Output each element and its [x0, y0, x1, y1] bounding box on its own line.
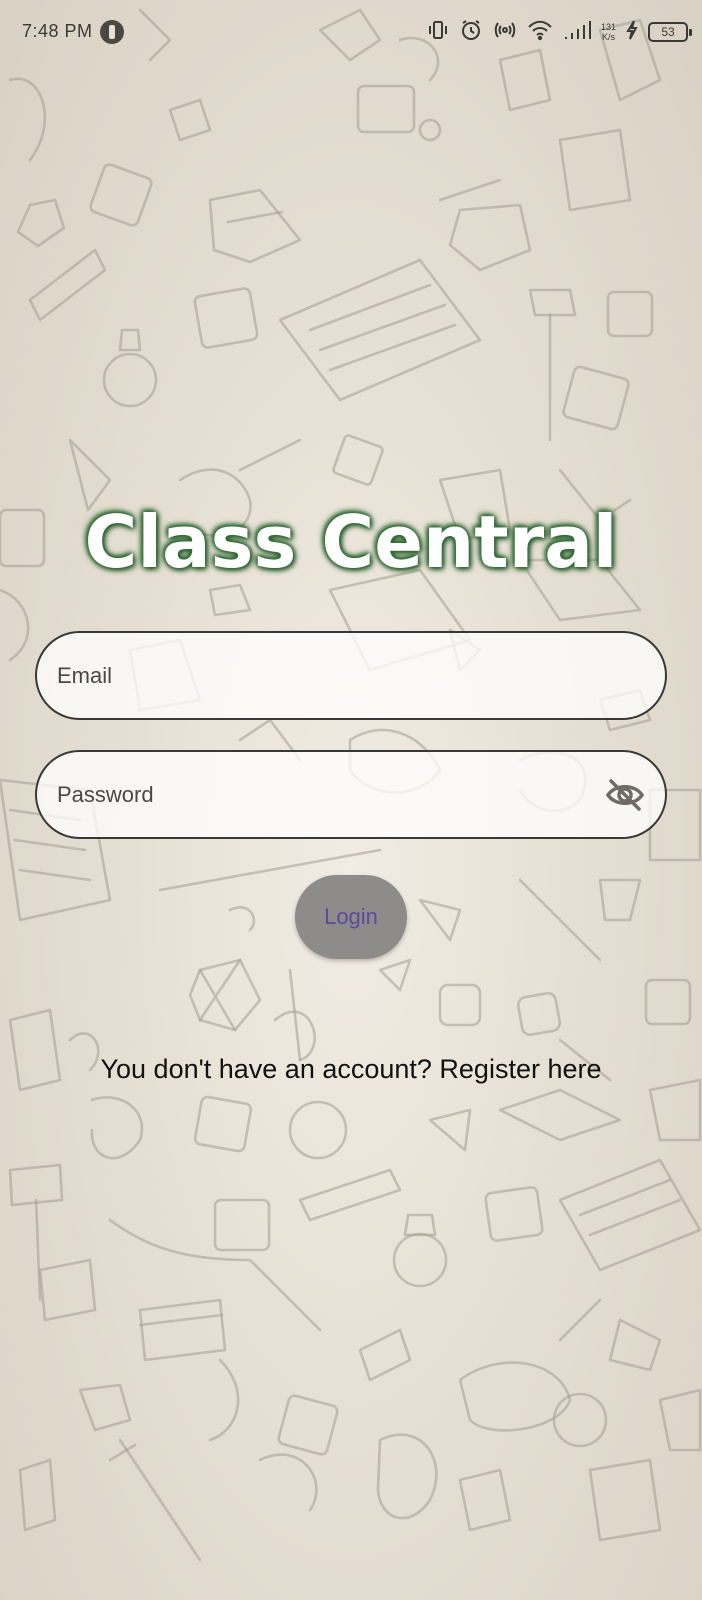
hotspot-icon — [493, 18, 517, 47]
signal-icon — [563, 19, 591, 46]
email-input[interactable] — [57, 633, 597, 718]
vibrate-icon — [427, 19, 449, 46]
password-input[interactable] — [57, 752, 597, 837]
charging-icon — [626, 19, 638, 45]
net-speed-unit: K/s — [601, 32, 615, 42]
visibility-off-icon[interactable] — [605, 777, 645, 813]
status-time: 7:48 PM — [22, 21, 93, 41]
wifi-icon — [527, 19, 553, 46]
login-button[interactable]: Login — [295, 875, 407, 959]
password-field[interactable] — [35, 750, 667, 839]
net-speed: 131 K/s — [601, 22, 616, 42]
status-icons: 131 K/s 53 — [427, 17, 692, 47]
status-bar: 7:48 PM 131 K/s 53 — [0, 0, 702, 62]
app-title: Class Central — [84, 500, 618, 584]
register-link[interactable]: You don't have an account? Register here — [0, 1054, 702, 1085]
app-notification-icon — [100, 20, 124, 44]
alarm-icon — [459, 18, 483, 47]
battery-icon: 53 — [648, 22, 692, 42]
net-speed-value: 131 — [600, 22, 616, 32]
email-field[interactable] — [35, 631, 667, 720]
